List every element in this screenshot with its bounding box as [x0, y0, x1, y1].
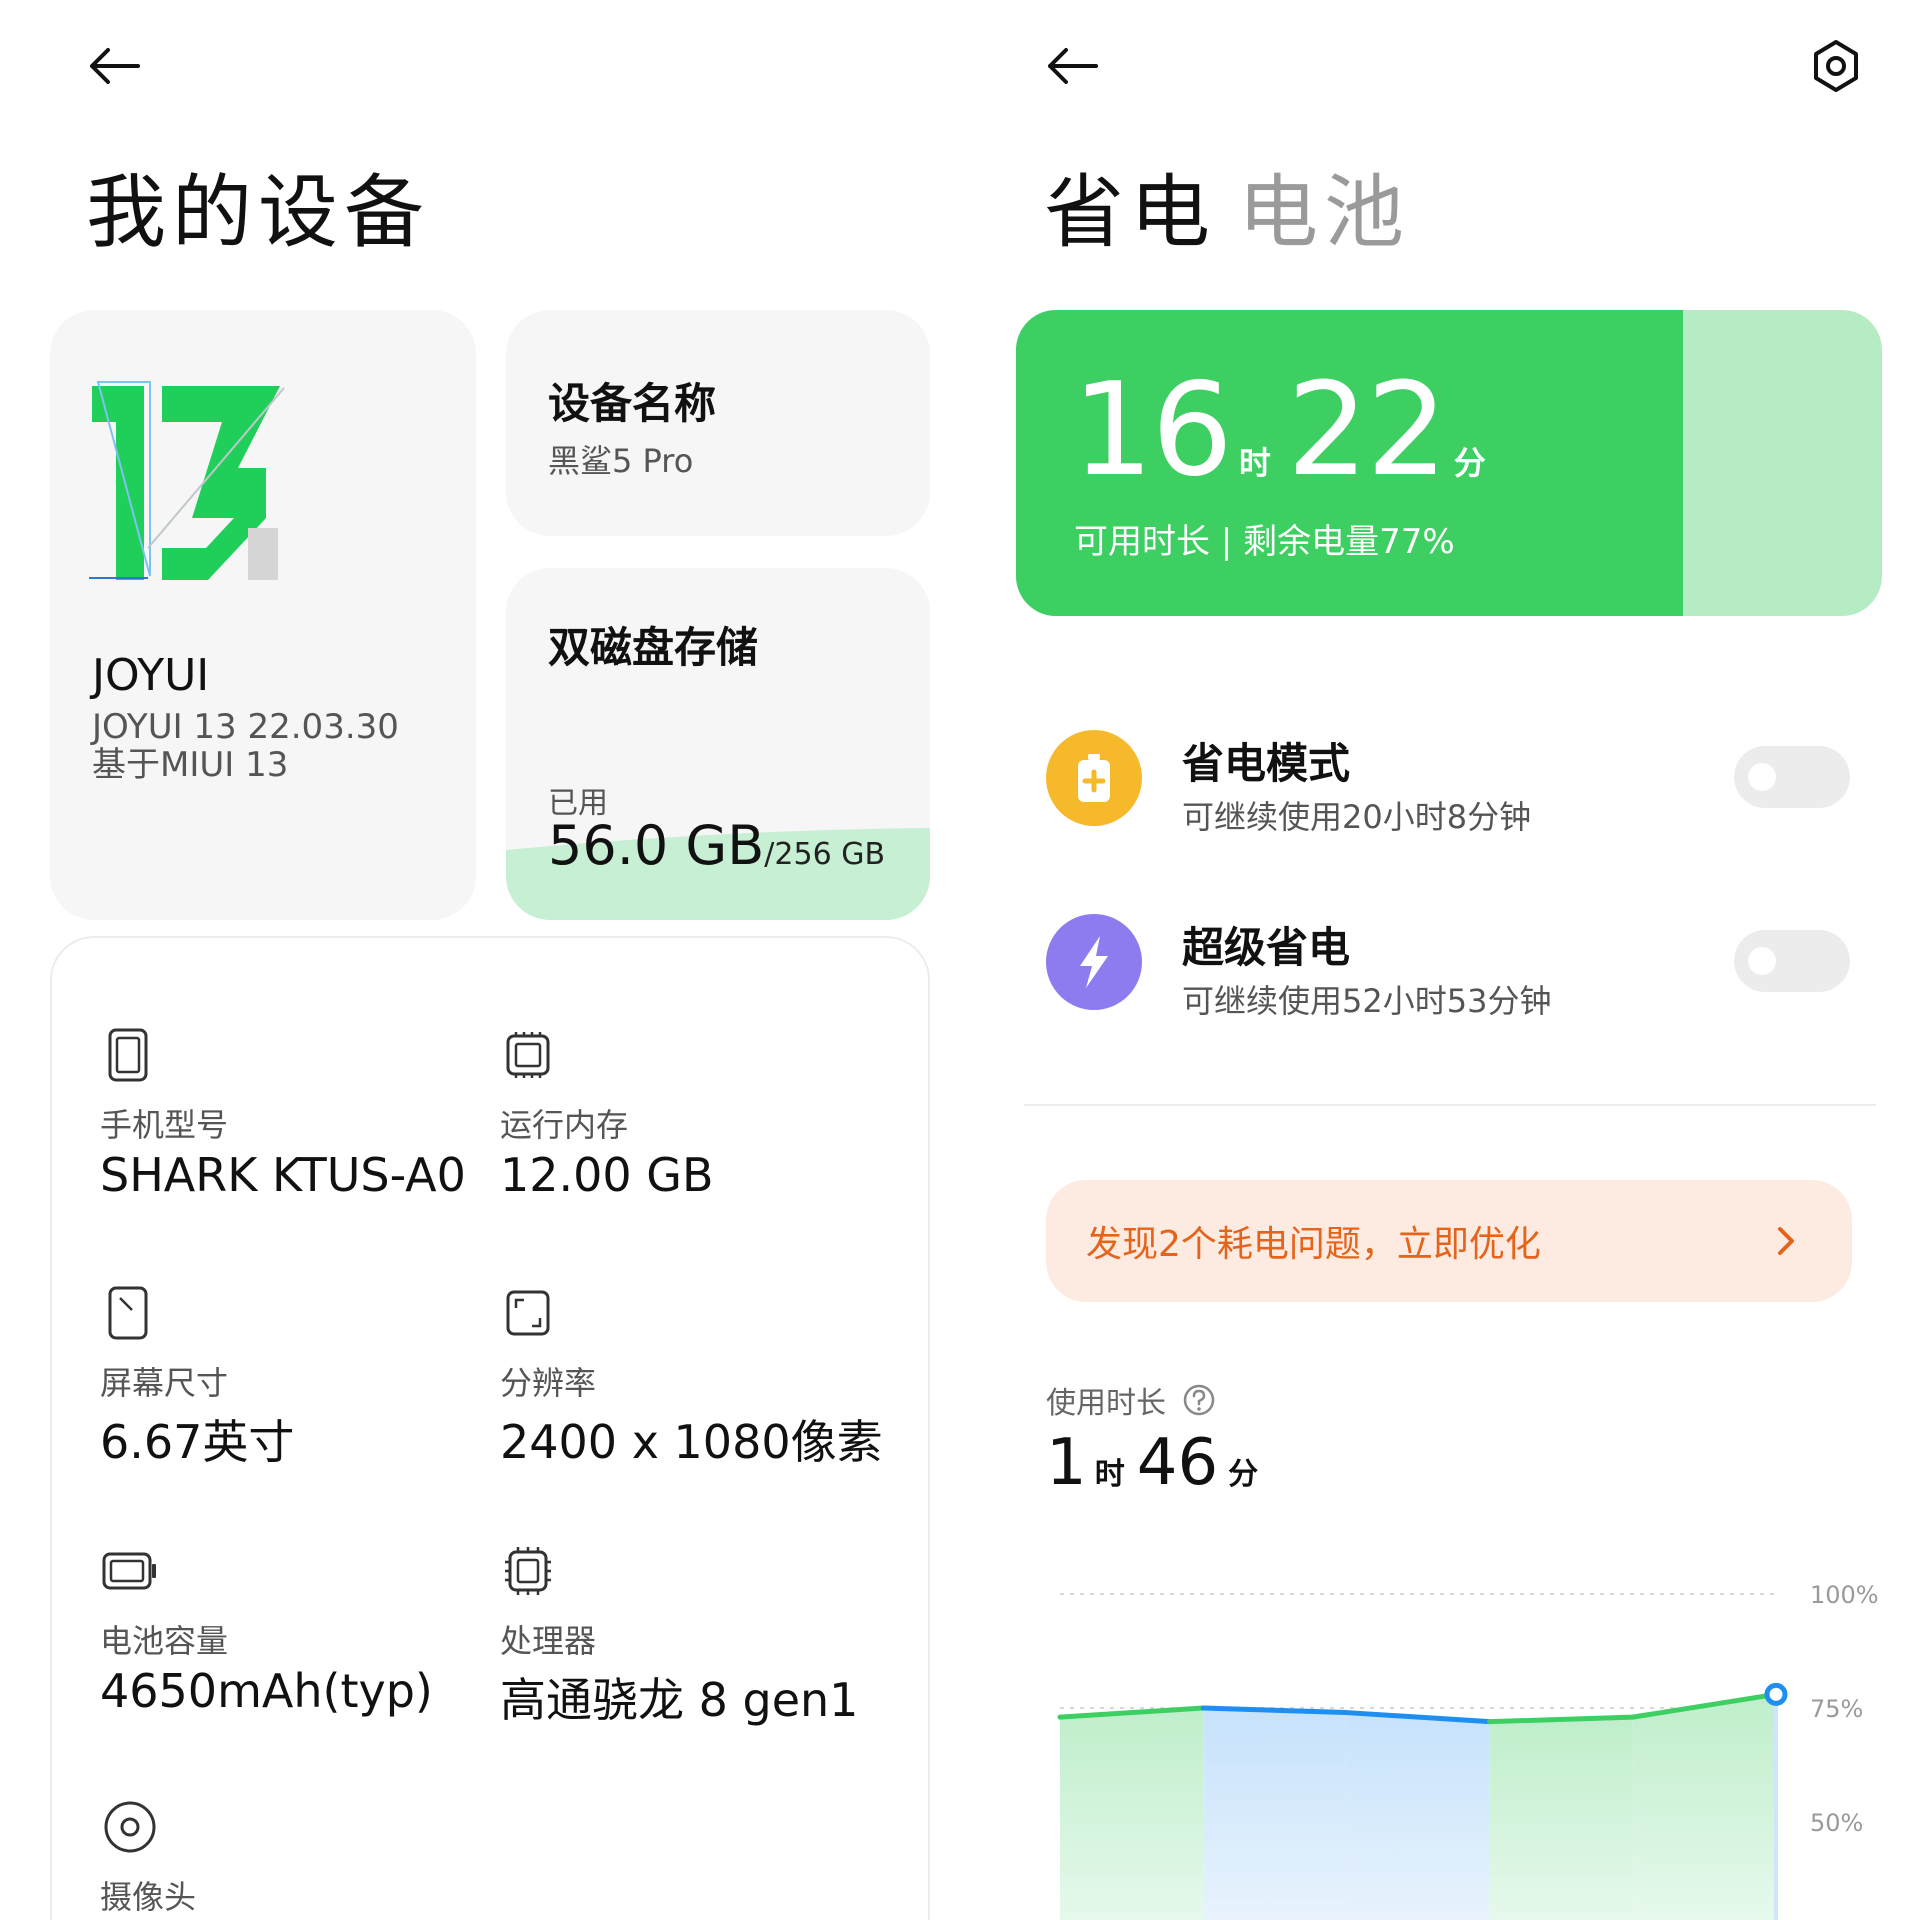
chart-area-segment [1489, 1717, 1633, 1920]
resolution-icon [506, 1290, 550, 1336]
tab-power-saving[interactable]: 省电 [1044, 148, 1216, 264]
camera-icon [104, 1801, 156, 1853]
chart-area-segment [1346, 1712, 1490, 1920]
battery-icon [102, 1552, 156, 1590]
spec-label-battery: 电池容量 [100, 1622, 229, 1660]
storage-used-value: 56.0 GB/256 GB [548, 814, 886, 877]
chart-area-segment [1632, 1694, 1776, 1920]
lightning-icon [1080, 936, 1108, 988]
storage-title: 双磁盘存储 [548, 623, 759, 672]
spec-label-model: 手机型号 [100, 1106, 229, 1144]
os-version: JOYUI 13 22.03.30 [92, 707, 399, 747]
spec-label-ram: 运行内存 [500, 1106, 629, 1144]
page-title: 我的设备 [86, 166, 430, 259]
chart-area-segment [1203, 1708, 1347, 1920]
spec-label-camera: 摄像头 [100, 1878, 197, 1916]
super-power-saving-icon [1046, 914, 1142, 1010]
phone-icon [108, 1028, 148, 1082]
memory-chip-icon [506, 1032, 550, 1078]
battery-plus-icon [1078, 754, 1110, 802]
spec-card: 手机型号 SHARK KTUS-A0 运行内存 12.00 GB 屏幕尺寸 6.… [50, 936, 930, 1920]
chart-area-segment [1060, 1708, 1204, 1920]
chart-y-tick-label: 50% [1810, 1809, 1863, 1837]
storage-card[interactable]: 双磁盘存储 已用 56.0 GB/256 GB [506, 568, 930, 920]
chart-y-tick-label: 75% [1810, 1695, 1863, 1723]
chevron-right-icon [1778, 1227, 1794, 1255]
screen-size-icon [108, 1286, 148, 1340]
spec-label-processor: 处理器 [500, 1622, 597, 1660]
settings-gear-icon[interactable] [1810, 38, 1862, 94]
tab-battery[interactable]: 电池 [1238, 148, 1410, 264]
spec-value-model: SHARK KTUS-A0 [100, 1148, 466, 1202]
battery-subtitle: 可用时长 | 剩余电量77% [1074, 522, 1455, 562]
battery-status-card[interactable]: 16 时 22 分 可用时长 | 剩余电量77% [1016, 310, 1882, 616]
power-saving-mode-subtitle: 可继续使用20小时8分钟 [1182, 798, 1532, 836]
battery-issue-alert[interactable]: 发现2个耗电问题，立即优化 [1046, 1180, 1852, 1302]
super-power-saving-title: 超级省电 [1182, 923, 1351, 972]
os-based-on: 基于MIUI 13 [92, 745, 289, 785]
spec-value-screen: 6.67英寸 [100, 1415, 295, 1469]
back-arrow-icon[interactable] [1044, 46, 1100, 86]
super-power-saving-subtitle: 可继续使用52小时53分钟 [1182, 982, 1552, 1020]
joyui-13-logo [89, 381, 285, 580]
spec-value-processor: 高通骁龙 8 gen1 [500, 1673, 859, 1727]
spec-value-battery: 4650mAh(typ) [100, 1664, 433, 1718]
processor-icon [505, 1547, 551, 1595]
section-divider [1024, 1104, 1876, 1106]
battery-level-chart: 100% 75% 50% [1057, 1581, 1879, 1920]
spec-value-resolution: 2400 x 1080像素 [500, 1415, 883, 1469]
power-saving-mode-icon [1046, 730, 1142, 826]
chart-y-tick-label: 100% [1810, 1581, 1879, 1609]
battery-remaining-time: 16 时 22 分 [1072, 356, 1486, 505]
usage-duration-label: 使用时长 [1046, 1378, 1216, 1422]
help-question-icon[interactable] [1182, 1383, 1216, 1417]
super-power-saving-toggle[interactable] [1734, 930, 1850, 992]
power-saving-mode-toggle[interactable] [1734, 746, 1850, 808]
back-arrow-icon[interactable] [86, 46, 142, 86]
chart-current-point [1764, 1682, 1788, 1706]
usage-duration-value: 1 时 46 分 [1046, 1426, 1259, 1500]
power-saving-mode-title: 省电模式 [1182, 739, 1351, 788]
os-name: JOYUI [92, 650, 210, 701]
spec-label-screen: 屏幕尺寸 [100, 1364, 229, 1402]
device-name-card[interactable]: 设备名称 黑鲨5 Pro [506, 310, 930, 536]
battery-issue-text: 发现2个耗电问题，立即优化 [1086, 1224, 1541, 1265]
device-name-title: 设备名称 [548, 379, 717, 428]
spec-label-resolution: 分辨率 [500, 1364, 597, 1402]
spec-value-ram: 12.00 GB [500, 1148, 714, 1202]
os-card[interactable]: JOYUI JOYUI 13 22.03.30 基于MIUI 13 [50, 310, 476, 920]
device-name-value: 黑鲨5 Pro [548, 442, 694, 480]
